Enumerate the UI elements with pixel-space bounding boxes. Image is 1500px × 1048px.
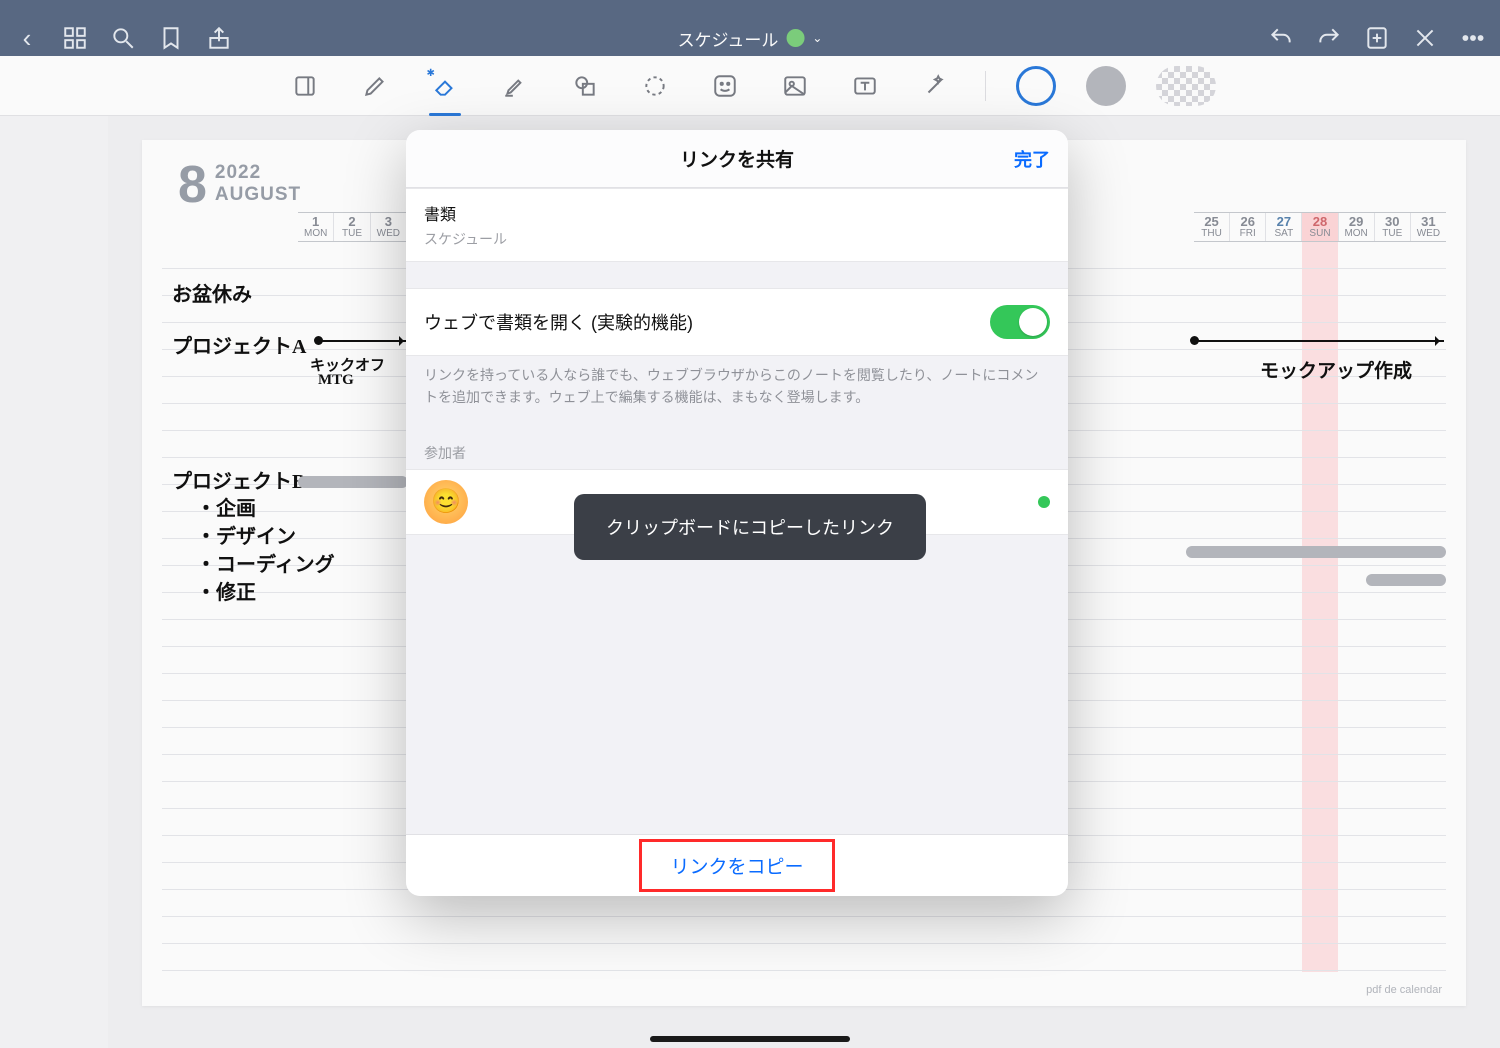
clipboard-toast: クリップボードにコピーしたリンク [574,494,926,560]
done-button[interactable]: 完了 [1014,146,1050,172]
presence-dot-icon [1038,496,1050,508]
sheet-title: リンクを共有 [680,145,794,172]
web-open-section: ウェブで書類を開く (実験的機能) [406,288,1068,356]
web-open-toggle[interactable] [990,305,1050,339]
sheet-footer: リンクをコピー [406,834,1068,896]
home-indicator[interactable] [650,1036,850,1042]
document-section: 書類 スケジュール [406,188,1068,262]
document-name: スケジュール [424,229,1050,249]
participant-avatar: 😊 [424,480,468,524]
participants-label: 参加者 [406,427,1068,469]
sheet-header: リンクを共有 完了 [406,130,1068,188]
web-open-label: ウェブで書類を開く (実験的機能) [424,309,693,335]
document-label: 書類 [424,201,1050,225]
copy-link-button[interactable]: リンクをコピー [639,839,834,892]
web-open-explain: リンクを持っている人なら誰でも、ウェブブラウザからこのノートを閲覧したり、ノート… [406,356,1068,427]
